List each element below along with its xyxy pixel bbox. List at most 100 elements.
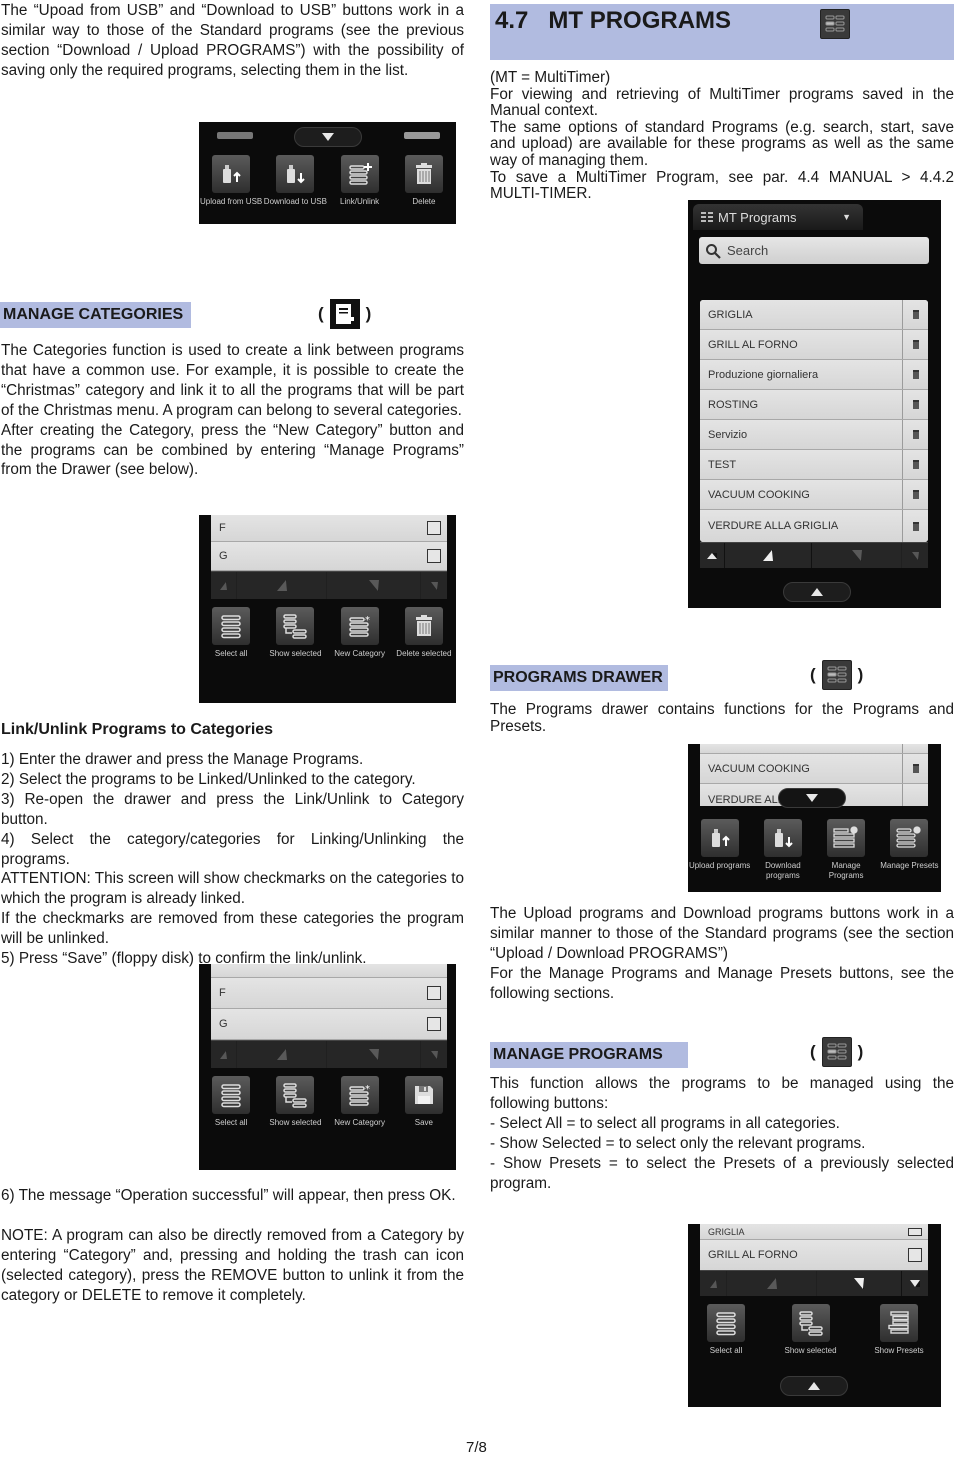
delete-button[interactable]: Delete [392, 155, 456, 207]
category-icon [329, 299, 360, 329]
scroll-bottom-button[interactable] [902, 1271, 928, 1296]
scroll-down-button[interactable] [327, 572, 421, 599]
list-item[interactable]: GRILL AL FORNO [700, 1240, 928, 1270]
new-category-button[interactable]: * New Category [328, 1076, 392, 1128]
scroll-top-button[interactable] [700, 1271, 727, 1296]
list-item[interactable]: GRILL AL FORNO [700, 330, 928, 360]
upload-programs-button[interactable]: Upload programs [688, 819, 751, 881]
intro-usb-paragraph: The “Upoad from USB” and “Download to US… [1, 2, 464, 79]
list-item[interactable]: ROSTING [700, 390, 928, 420]
list-item[interactable]: Produzione giornaliera [700, 360, 928, 390]
checkbox[interactable] [427, 1017, 441, 1031]
link-unlink-button[interactable]: Link/Unlink [328, 155, 392, 207]
checkbox[interactable] [427, 986, 441, 1000]
trash-icon[interactable] [912, 310, 919, 319]
list-item[interactable]: F [211, 978, 447, 1009]
programs-icon [821, 660, 852, 690]
list-item[interactable]: G [211, 1009, 447, 1040]
scroll-top-button[interactable] [211, 1041, 237, 1068]
show-selected-button[interactable]: Show selected [779, 1304, 843, 1356]
trash-icon[interactable] [912, 764, 919, 773]
trash-icon[interactable] [912, 430, 919, 439]
programs-drawer-body: The Upload programs and Download program… [490, 905, 954, 1002]
delete-selected-button[interactable]: Delete selected [392, 607, 456, 659]
list-item[interactable]: TEST [700, 450, 928, 480]
list-edge [404, 132, 440, 139]
list-item[interactable]: VACUUM COOKING [700, 480, 928, 510]
scroll-up-button[interactable] [727, 1271, 817, 1296]
list-edge [217, 132, 253, 139]
manage-categories-text: The Categories function is used to creat… [1, 342, 464, 479]
scroll-up-button[interactable] [725, 543, 812, 568]
list-item[interactable]: G [211, 542, 447, 571]
checkbox[interactable] [427, 521, 441, 535]
scroll-down-button[interactable] [817, 1271, 902, 1296]
scroll-up-button[interactable] [237, 572, 327, 599]
scroll-down-button[interactable] [327, 1041, 421, 1068]
programs-icon [701, 212, 713, 222]
scroll-top-button[interactable] [211, 572, 237, 599]
show-selected-icon [276, 607, 315, 645]
programs-icon [820, 9, 850, 39]
drawer-handle[interactable] [783, 582, 851, 602]
checkbox[interactable] [427, 549, 441, 563]
scroll-up-button[interactable] [237, 1041, 327, 1068]
arrow-down-icon [806, 794, 818, 802]
show-selected-button[interactable]: Show selected [263, 1076, 327, 1128]
trash-icon[interactable] [912, 460, 919, 469]
list-item[interactable]: VACUUM COOKING [700, 754, 928, 784]
search-input[interactable]: Search [699, 237, 929, 264]
drawer-handle[interactable] [778, 788, 846, 808]
trash-icon[interactable] [912, 370, 919, 379]
arrow-down-icon [322, 133, 334, 141]
list-item[interactable]: VERDURE ALLA GRIGLIA [700, 510, 928, 542]
drawer-handle[interactable] [294, 127, 362, 147]
category-list: F G [211, 964, 447, 1040]
select-all-button[interactable]: Select all [199, 607, 263, 659]
trash-icon[interactable] [912, 340, 919, 349]
select-all-icon [212, 607, 251, 645]
trash-icon[interactable] [912, 521, 919, 531]
link-categories-screen: F G Select all Show selected * New Categ… [199, 964, 456, 1170]
list-item[interactable]: GRIGLIA [700, 300, 928, 330]
show-selected-button[interactable]: Show selected [263, 607, 327, 659]
list-item[interactable]: GRIGLIA [700, 1224, 928, 1240]
scroll-down-button[interactable] [812, 543, 902, 568]
trash-icon [404, 155, 443, 193]
select-all-button[interactable]: Select all [694, 1304, 758, 1356]
new-category-button[interactable]: * New Category [328, 607, 392, 659]
new-category-icon: * [340, 1076, 379, 1114]
categories-screen: F G Select all Show selected * New Categ… [199, 515, 456, 703]
list-nav-bar [211, 571, 447, 599]
drawer-handle[interactable] [780, 1376, 848, 1396]
manage-programs-icon [827, 819, 866, 857]
list-item[interactable]: Servizio [700, 420, 928, 450]
chevron-down-icon: ▼ [842, 212, 851, 222]
scroll-bottom-button[interactable] [421, 572, 447, 599]
mt-programs-text: (MT = MultiTimer) For viewing and retrie… [490, 69, 954, 203]
scroll-bottom-button[interactable] [421, 1041, 447, 1068]
scroll-bottom-button[interactable] [902, 543, 928, 568]
scroll-top-button[interactable] [700, 543, 725, 568]
list-item[interactable] [211, 964, 447, 978]
show-selected-icon [276, 1076, 315, 1114]
mt-programs-dropdown[interactable]: MT Programs ▼ [693, 204, 863, 230]
save-button[interactable]: Save [392, 1076, 456, 1128]
manage-programs-screen: GRIGLIA GRILL AL FORNO Select all Show s… [688, 1224, 941, 1407]
show-presets-button[interactable]: Show Presets [863, 1304, 935, 1356]
list-item[interactable]: F [211, 515, 447, 542]
download-programs-button[interactable]: Download programs [751, 819, 814, 881]
select-all-button[interactable]: Select all [199, 1076, 263, 1128]
checkbox[interactable] [908, 1227, 922, 1236]
list-nav-bar [700, 1270, 928, 1296]
trash-icon[interactable] [912, 490, 919, 499]
manage-categories-icon-ref: ( ) [318, 299, 371, 329]
upload-from-usb-button[interactable]: Upload from USB [199, 155, 263, 207]
trash-icon[interactable] [912, 400, 919, 409]
manage-programs-button[interactable]: Manage Programs [815, 819, 878, 881]
manage-presets-button[interactable]: Manage Presets [878, 819, 941, 881]
floppy-disk-icon [404, 1076, 443, 1114]
checkbox[interactable] [908, 1248, 922, 1262]
list-item[interactable] [700, 744, 928, 754]
download-to-usb-button[interactable]: Download to USB [263, 155, 327, 207]
